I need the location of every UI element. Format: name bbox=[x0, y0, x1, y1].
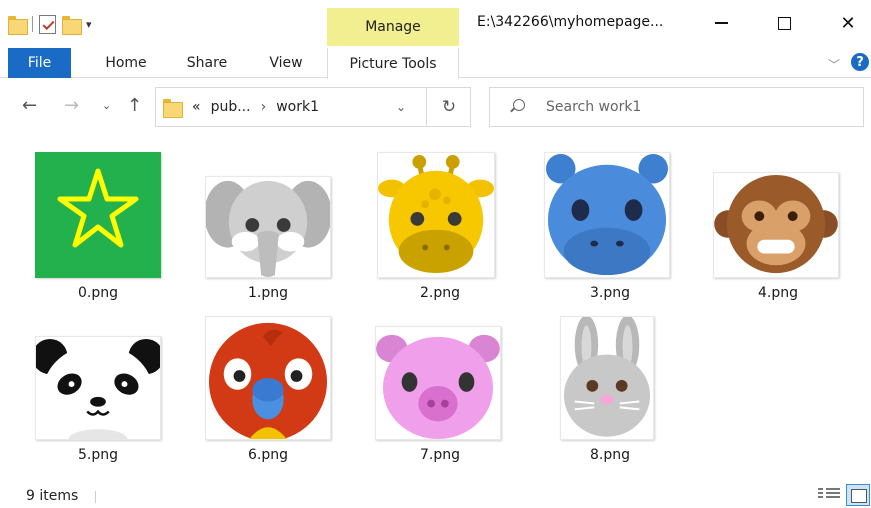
elephant-image-icon[interactable] bbox=[205, 176, 331, 278]
tab-home[interactable]: Home bbox=[96, 48, 156, 78]
file-name[interactable]: 4.png bbox=[710, 285, 846, 301]
expand-ribbon-icon[interactable]: ﹀ bbox=[828, 56, 840, 73]
file-name[interactable]: 8.png bbox=[542, 447, 678, 463]
file-item[interactable]: 7.png bbox=[372, 316, 508, 476]
address-bar[interactable]: « pub... › work1 ⌄ ↻ bbox=[155, 87, 471, 127]
parrot-image-icon[interactable] bbox=[205, 316, 331, 440]
close-button[interactable]: ✕ bbox=[828, 8, 868, 38]
address-dropdown-icon[interactable]: ⌄ bbox=[396, 100, 406, 114]
recent-locations-chevron-icon[interactable]: ⌄ bbox=[102, 100, 111, 111]
minimize-button[interactable] bbox=[701, 8, 741, 38]
forward-arrow-icon[interactable]: → bbox=[64, 97, 79, 115]
file-item[interactable]: 0.png bbox=[30, 152, 166, 312]
maximize-icon bbox=[777, 16, 791, 30]
file-name[interactable]: 7.png bbox=[372, 447, 508, 463]
star-image-icon[interactable] bbox=[35, 152, 161, 278]
maximize-button[interactable] bbox=[764, 8, 804, 38]
file-item[interactable]: 5.png bbox=[30, 316, 166, 476]
file-item[interactable]: 2.png bbox=[372, 152, 508, 312]
tab-file[interactable]: File bbox=[8, 48, 71, 78]
breadcrumb-item-pub[interactable]: pub... bbox=[211, 99, 251, 115]
help-icon[interactable]: ? bbox=[851, 53, 869, 71]
file-item[interactable]: 3.png bbox=[542, 152, 678, 312]
file-name[interactable]: 0.png bbox=[30, 285, 166, 301]
details-view-icon[interactable] bbox=[818, 486, 840, 504]
breadcrumb-item-work1[interactable]: work1 bbox=[276, 99, 319, 115]
window-title: E:\342266\myhomepage... bbox=[477, 14, 664, 30]
ribbon-tabs: File Home Share View Picture Tools ﹀ ? bbox=[0, 46, 871, 79]
file-name[interactable]: 5.png bbox=[30, 447, 166, 463]
file-item[interactable]: 1.png bbox=[200, 152, 336, 312]
item-count: 9 items bbox=[26, 488, 79, 504]
rabbit-image-icon[interactable] bbox=[560, 316, 654, 440]
hippo-image-icon[interactable] bbox=[544, 152, 670, 278]
folder-icon[interactable] bbox=[8, 15, 28, 35]
tab-view[interactable]: View bbox=[258, 48, 314, 78]
status-divider bbox=[95, 491, 96, 503]
file-name[interactable]: 2.png bbox=[372, 285, 508, 301]
new-folder-icon[interactable] bbox=[62, 15, 82, 35]
pig-image-icon[interactable] bbox=[375, 326, 501, 440]
monkey-image-icon[interactable] bbox=[713, 172, 839, 278]
quick-access-toolbar: ▾ bbox=[8, 12, 92, 36]
file-name[interactable]: 1.png bbox=[200, 285, 336, 301]
giraffe-image-icon[interactable] bbox=[377, 152, 495, 278]
navigation-bar: ← → ⌄ ↑ « pub... › work1 ⌄ ↻ Search work… bbox=[0, 78, 871, 134]
up-arrow-icon[interactable]: ↑ bbox=[127, 97, 142, 115]
customize-toolbar-dropdown-icon[interactable]: ▾ bbox=[86, 19, 92, 30]
file-item[interactable]: 6.png bbox=[200, 316, 336, 476]
breadcrumb-separator-icon[interactable]: › bbox=[261, 99, 267, 115]
title-bar: ▾ Manage E:\342266\myhomepage... ✕ bbox=[0, 0, 871, 46]
status-bar: 9 items bbox=[0, 480, 871, 508]
close-icon: ✕ bbox=[840, 12, 856, 34]
panda-image-icon[interactable] bbox=[35, 336, 161, 440]
large-icons-view-icon[interactable] bbox=[846, 484, 870, 506]
refresh-button[interactable]: ↻ bbox=[426, 88, 471, 126]
tab-share[interactable]: Share bbox=[176, 48, 238, 78]
minimize-icon bbox=[714, 22, 728, 24]
refresh-icon: ↻ bbox=[441, 97, 457, 117]
search-input[interactable]: Search work1 bbox=[489, 87, 864, 127]
manage-context-tab[interactable]: Manage bbox=[327, 8, 459, 46]
back-arrow-icon[interactable]: ← bbox=[22, 97, 37, 115]
file-name[interactable]: 3.png bbox=[542, 285, 678, 301]
breadcrumb: « pub... › work1 bbox=[192, 99, 319, 115]
breadcrumb-overflow[interactable]: « bbox=[192, 99, 201, 115]
toolbar-divider bbox=[32, 16, 33, 32]
file-grid: 0.png 1.png 2.png 3.png 4.png 5.png 6.pn… bbox=[0, 134, 871, 474]
tab-picture-tools[interactable]: Picture Tools bbox=[327, 48, 459, 79]
search-icon bbox=[510, 99, 525, 113]
properties-icon[interactable] bbox=[39, 14, 56, 34]
search-placeholder: Search work1 bbox=[546, 99, 642, 115]
file-name[interactable]: 6.png bbox=[200, 447, 336, 463]
address-folder-icon bbox=[163, 99, 183, 118]
file-item[interactable]: 4.png bbox=[710, 152, 846, 312]
file-item[interactable]: 8.png bbox=[542, 316, 678, 476]
